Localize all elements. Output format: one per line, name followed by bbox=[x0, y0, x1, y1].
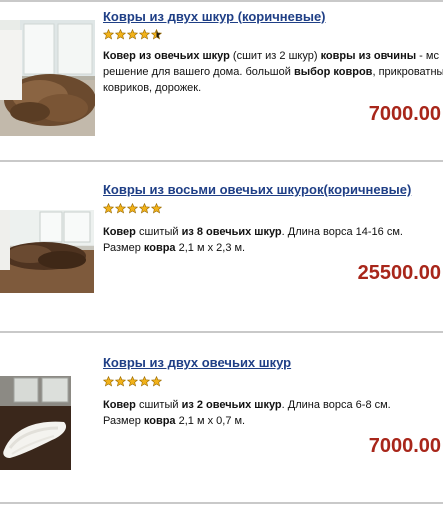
description-segment: (сшит из 2 шкур) bbox=[229, 50, 321, 62]
description-segment: . Длина ворса 6-8 см. bbox=[281, 399, 391, 411]
product-price: 7000.00 bbox=[368, 435, 441, 457]
description-segment: сшитый bbox=[135, 226, 182, 238]
description-segment: Ковер bbox=[103, 399, 136, 411]
product-title-link[interactable]: Ковры из двух овечьих шкур bbox=[103, 355, 291, 370]
description-segment: из 2 овечьих шкур bbox=[181, 399, 282, 411]
product-image[interactable] bbox=[0, 210, 94, 293]
description-line: решение для вашего дома. большой выбор к… bbox=[103, 64, 443, 80]
rating-stars bbox=[103, 376, 162, 388]
star-icon bbox=[103, 203, 114, 214]
description-segment: из 8 овечьих шкур bbox=[181, 226, 282, 238]
product-image[interactable] bbox=[0, 20, 95, 136]
star-icon bbox=[151, 29, 162, 40]
product-price: 25500.00 bbox=[357, 262, 441, 284]
product-description: Ковер сшитый из 2 овечьих шкур. Длина во… bbox=[103, 397, 443, 429]
description-segment: , прикроватны bbox=[372, 66, 443, 78]
rating-stars bbox=[103, 29, 162, 41]
star-icon bbox=[103, 376, 114, 387]
description-segment: решение для вашего дома. большой bbox=[103, 66, 294, 78]
product-description: Ковер сшитый из 8 овечьих шкур. Длина во… bbox=[103, 224, 443, 256]
description-segment: Размер bbox=[103, 415, 144, 427]
description-segment: сшитый bbox=[135, 399, 182, 411]
description-line: ковриков, дорожек. bbox=[103, 80, 443, 96]
description-line: Ковер из овечьих шкур (сшит из 2 шкур) к… bbox=[103, 48, 443, 64]
product-title-link[interactable]: Ковры из двух шкур (коричневые) bbox=[103, 9, 326, 24]
star-icon bbox=[115, 376, 126, 387]
product-price: 7000.00 bbox=[368, 103, 441, 125]
description-segment: ковриков, дорожек. bbox=[103, 82, 202, 94]
product-image[interactable] bbox=[0, 376, 71, 470]
star-icon bbox=[115, 203, 126, 214]
star-icon bbox=[139, 376, 150, 387]
product-card: Ковры из восьми овечьих шкурок(коричневы… bbox=[0, 162, 443, 330]
description-segment: ковра bbox=[143, 415, 176, 427]
product-title-link[interactable]: Ковры из восьми овечьих шкурок(коричневы… bbox=[103, 182, 411, 197]
description-line: Ковер сшитый из 2 овечьих шкур. Длина во… bbox=[103, 397, 443, 413]
description-segment: Размер bbox=[103, 242, 144, 254]
description-segment: выбор ковров bbox=[293, 66, 373, 78]
star-icon bbox=[127, 203, 138, 214]
description-segment: Ковер bbox=[103, 226, 136, 238]
product-card: Ковры из двух шкур (коричневые) Ковер из… bbox=[0, 0, 443, 160]
description-segment: . Длина ворса 14-16 см. bbox=[281, 226, 403, 238]
divider bbox=[0, 502, 443, 504]
description-segment: 2,1 м х 2,3 м. bbox=[175, 242, 246, 254]
star-icon bbox=[103, 29, 114, 40]
product-card: Ковры из двух овечьих шкур Ковер сшитый … bbox=[0, 333, 443, 501]
star-icon bbox=[151, 203, 162, 214]
description-line: Размер ковра 2,1 м х 0,7 м. bbox=[103, 413, 443, 429]
product-description: Ковер из овечьих шкур (сшит из 2 шкур) к… bbox=[103, 48, 443, 96]
star-icon bbox=[127, 29, 138, 40]
description-segment: ковры из овчины bbox=[320, 50, 417, 62]
description-segment: - мс bbox=[416, 50, 439, 62]
star-icon bbox=[139, 203, 150, 214]
star-icon bbox=[115, 29, 126, 40]
star-icon bbox=[151, 376, 162, 387]
rating-stars bbox=[103, 203, 162, 215]
description-segment: 2,1 м х 0,7 м. bbox=[175, 415, 246, 427]
description-line: Ковер сшитый из 8 овечьих шкур. Длина во… bbox=[103, 224, 443, 240]
description-segment: Ковер из овечьих шкур bbox=[103, 50, 230, 62]
star-icon bbox=[127, 376, 138, 387]
star-icon bbox=[139, 29, 150, 40]
description-line: Размер ковра 2,1 м х 2,3 м. bbox=[103, 240, 443, 256]
description-segment: ковра bbox=[143, 242, 176, 254]
